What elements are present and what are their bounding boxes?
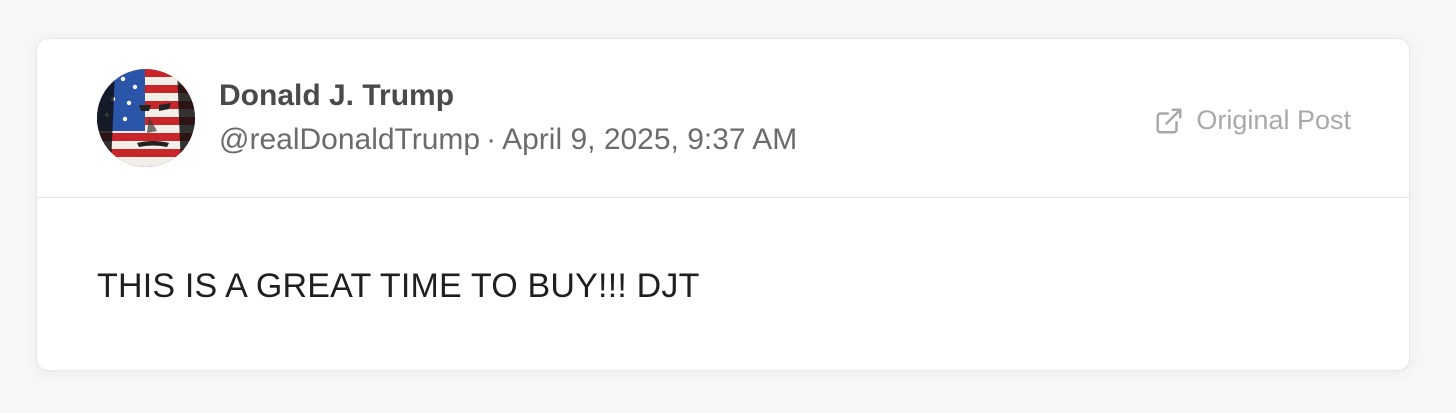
- post-meta: @realDonaldTrump · April 9, 2025, 9:37 AM: [219, 123, 797, 157]
- post-timestamp: April 9, 2025, 9:37 AM: [502, 123, 798, 156]
- original-post-link[interactable]: Original Post: [1154, 105, 1351, 136]
- meta-separator: ·: [486, 123, 497, 156]
- original-post-label: Original Post: [1196, 105, 1351, 135]
- post-card: Donald J. Trump @realDonaldTrump · April 9…: [36, 38, 1410, 371]
- author-handle[interactable]: @realDonaldTrump: [219, 123, 480, 156]
- avatar[interactable]: [97, 69, 195, 167]
- external-link-icon: [1154, 106, 1184, 136]
- avatar-image: [97, 69, 195, 167]
- post-text: THIS IS A GREAT TIME TO BUY!!! DJT: [97, 267, 700, 305]
- post-header: Donald J. Trump @realDonaldTrump · April 9…: [37, 39, 1409, 198]
- author-name[interactable]: Donald J. Trump: [219, 79, 454, 113]
